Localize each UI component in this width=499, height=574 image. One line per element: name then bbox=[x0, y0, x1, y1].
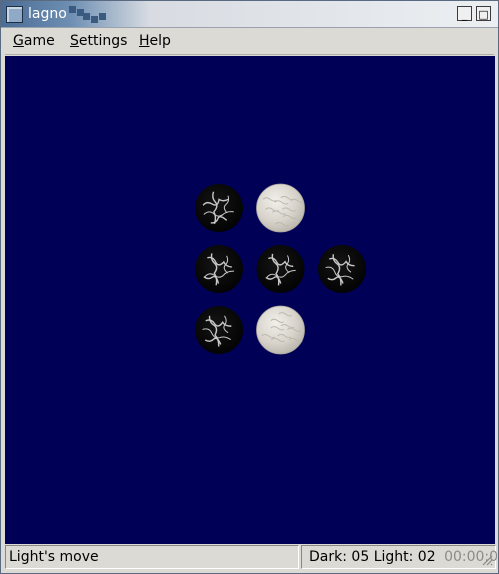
menu-settings[interactable]: Settings bbox=[70, 33, 127, 50]
menu-help-mnemonic: H bbox=[139, 33, 150, 49]
menu-help[interactable]: Help bbox=[139, 33, 171, 50]
minimize-button[interactable]: _ bbox=[457, 6, 472, 21]
score-panel: Dark: 05 Light: 02 00:00:00 bbox=[301, 545, 499, 569]
status-message: Light's move bbox=[9, 549, 99, 565]
piece-dark-r1c2[interactable] bbox=[318, 245, 366, 293]
menu-game-label: ame bbox=[23, 33, 55, 49]
window-menu-icon[interactable] bbox=[6, 6, 23, 23]
piece-dark-r1c0[interactable] bbox=[195, 245, 243, 293]
piece-light-r0c1[interactable] bbox=[256, 183, 305, 233]
menu-game[interactable]: Game bbox=[13, 33, 55, 50]
status-message-panel: Light's move bbox=[5, 545, 299, 569]
app-window: lagno _ □ Game Settings Help Light's mov… bbox=[0, 0, 499, 574]
resize-grip-icon[interactable] bbox=[481, 554, 493, 566]
maximize-button[interactable]: □ bbox=[476, 6, 491, 21]
title-bar[interactable]: lagno _ □ bbox=[1, 1, 498, 28]
dark-count: 05 bbox=[351, 549, 370, 565]
light-count: 02 bbox=[417, 549, 436, 565]
game-board[interactable] bbox=[5, 56, 495, 544]
score-readout: Dark: 05 Light: 02 00:00:00 bbox=[309, 549, 499, 566]
menu-bar: Game Settings Help bbox=[5, 29, 494, 55]
dark-label: Dark: bbox=[309, 549, 347, 565]
status-bar: Light's move Dark: 05 Light: 02 00:00:00 bbox=[5, 545, 499, 569]
piece-dark-r0c0[interactable] bbox=[195, 184, 243, 232]
menu-help-label: elp bbox=[149, 33, 171, 49]
titlebar-decoration bbox=[69, 6, 119, 26]
board-canvas[interactable] bbox=[5, 56, 495, 544]
light-label: Light: bbox=[373, 549, 414, 565]
piece-light-r2c1[interactable] bbox=[256, 305, 305, 355]
pieces-layer bbox=[195, 183, 366, 355]
piece-dark-r1c1[interactable] bbox=[256, 245, 305, 293]
menu-game-mnemonic: G bbox=[13, 33, 24, 49]
piece-dark-r2c0[interactable] bbox=[195, 306, 243, 354]
window-title: lagno bbox=[28, 6, 67, 22]
menu-settings-mnemonic: S bbox=[70, 33, 79, 49]
menu-settings-label: ettings bbox=[78, 33, 128, 49]
